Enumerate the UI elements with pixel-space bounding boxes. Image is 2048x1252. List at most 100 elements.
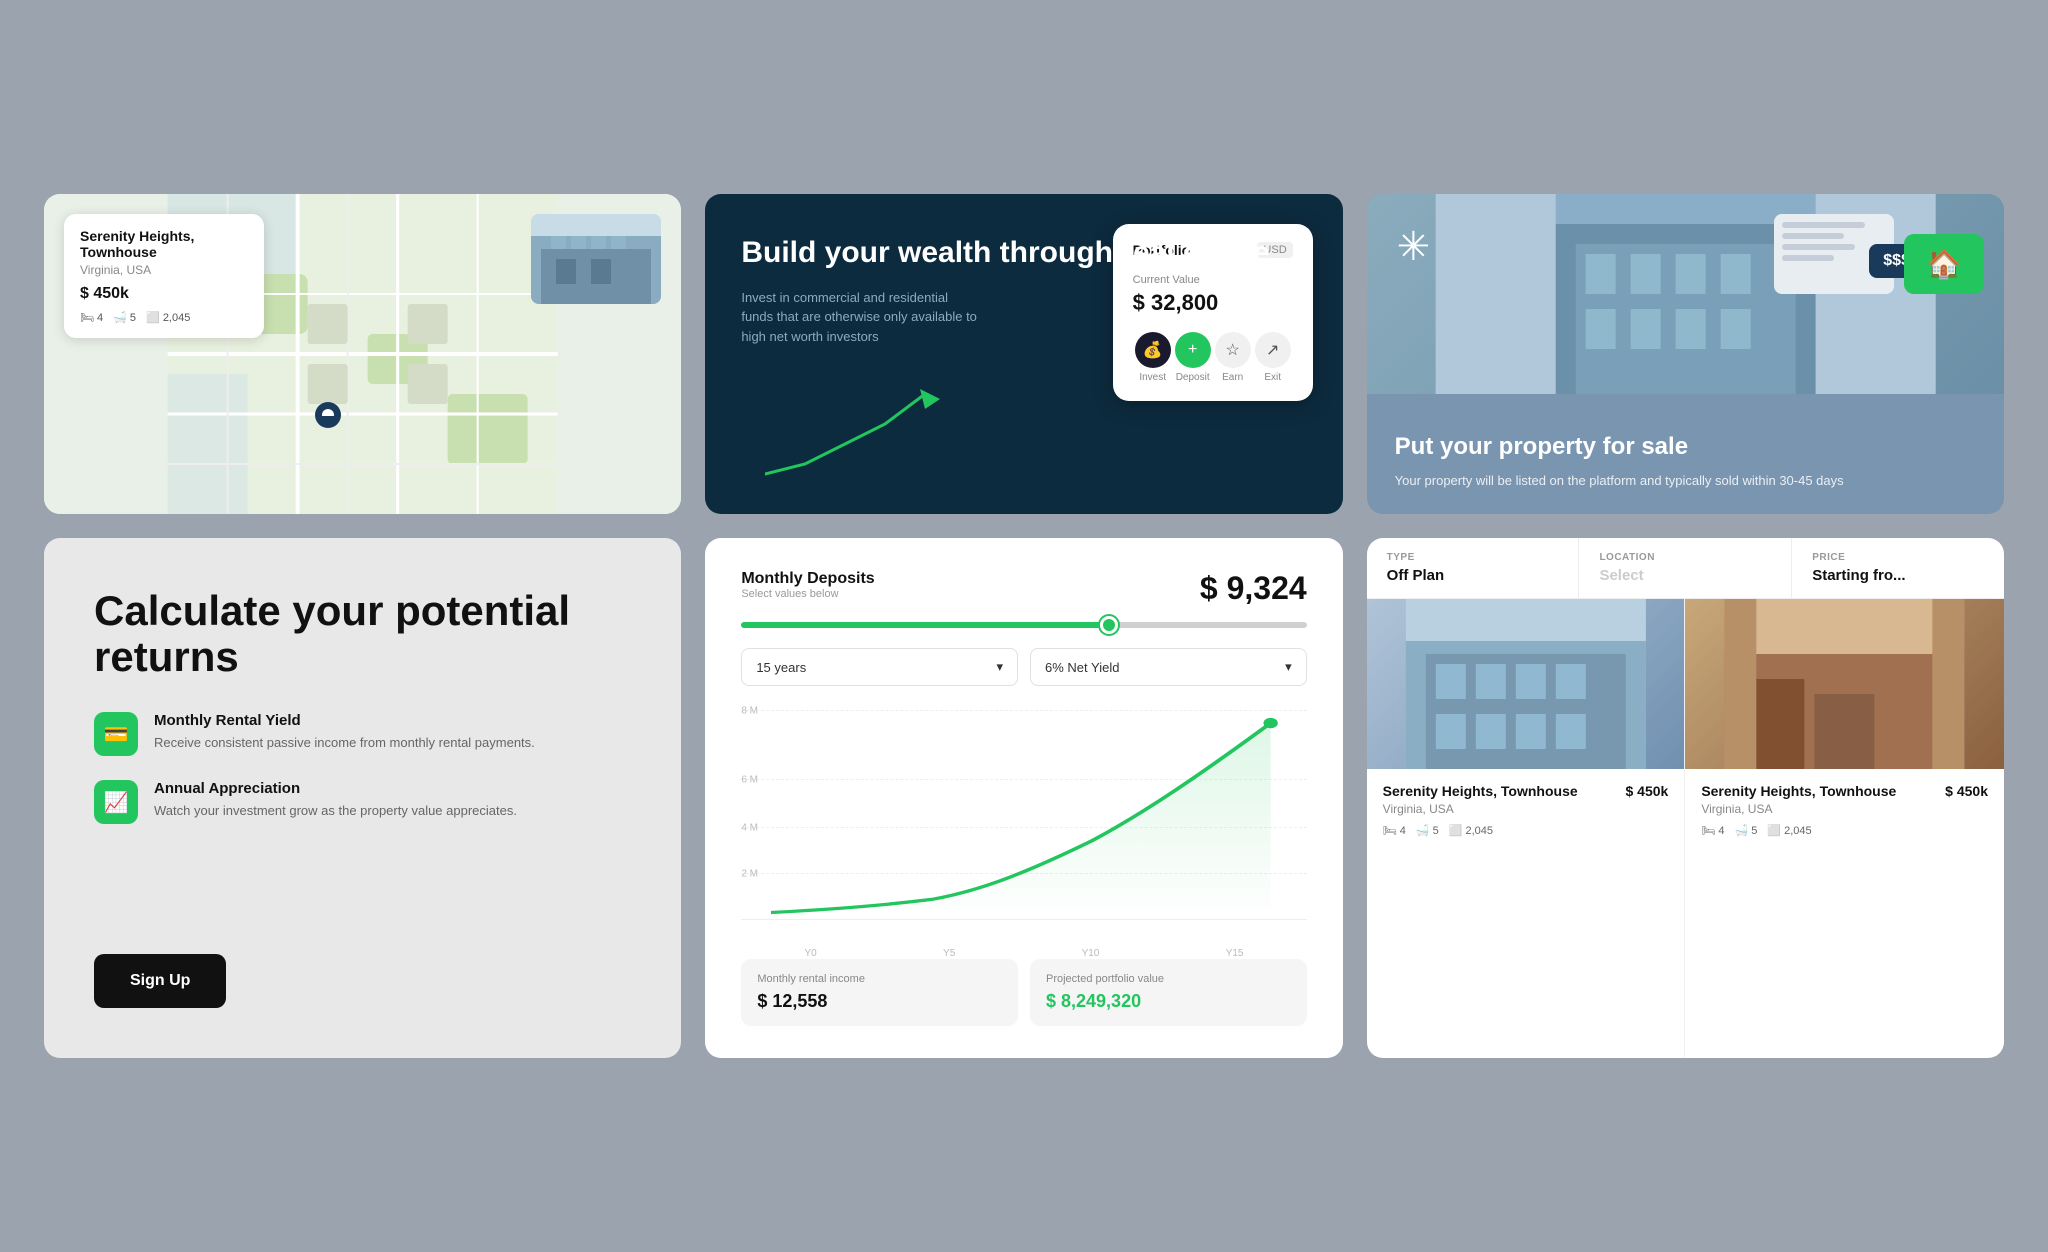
portfolio-stat: Projected portfolio value $ 8,249,320	[1030, 959, 1307, 1026]
listing-title-row-1: Serenity Heights, Townhouse $ 450k	[1383, 783, 1669, 799]
main-layout: Serenity Heights, Townhouse Virginia, US…	[44, 194, 2004, 1058]
slider-container	[741, 622, 1306, 628]
listing-stats-2: 🛏 4 🛁 5 ⬜ 2,045	[1701, 824, 1988, 837]
wealth-description: Invest in commercial and residential fun…	[741, 288, 981, 347]
calculate-heading: Calculate your potential returns	[94, 588, 631, 680]
asterisk-icon: ✳	[1397, 224, 1431, 270]
listing-name-2: Serenity Heights, Townhouse	[1701, 783, 1896, 799]
years-chevron-icon: ▾	[996, 659, 1003, 675]
property-location: Virginia, USA	[80, 263, 248, 277]
location-filter-label: LOCATION	[1599, 552, 1771, 563]
rental-feature-text: Monthly Rental Yield Receive consistent …	[154, 712, 535, 753]
listings-filter-bar: TYPE Off Plan LOCATION Select PRICE Star…	[1367, 538, 2004, 599]
calc-header: Monthly Deposits Select values below $ 9…	[741, 570, 1306, 616]
wealth-heading: Build your wealth through real estate	[741, 234, 1306, 272]
listing-image-2	[1685, 599, 2004, 769]
portfolio-stat-label: Projected portfolio value	[1046, 973, 1291, 985]
appreciation-feature-text: Annual Appreciation Watch your investmen…	[154, 780, 517, 821]
sale-heading: Put your property for sale	[1395, 433, 1976, 461]
x-label-y5: Y5	[943, 948, 955, 959]
sale-content: Put your property for sale Your property…	[1367, 409, 2004, 515]
listing-name-1: Serenity Heights, Townhouse	[1383, 783, 1578, 799]
property-title: Serenity Heights, Townhouse	[80, 228, 248, 260]
calculate-card: Calculate your potential returns 💳 Month…	[44, 538, 681, 1058]
type-filter-value: Off Plan	[1387, 567, 1559, 584]
monthly-stat-label: Monthly rental income	[757, 973, 1002, 985]
x-label-y15: Y15	[1226, 948, 1244, 959]
sale-card: ✳ $$$ 🏠 Put your property for sale Your …	[1367, 194, 2004, 514]
sale-description: Your property will be listed on the plat…	[1395, 471, 1976, 491]
chart-label-2m: 2 M	[741, 869, 758, 880]
calculator-card: Monthly Deposits Select values below $ 9…	[705, 538, 1342, 1058]
listing-beds-2: 🛏 4	[1701, 824, 1724, 837]
listing-sqft-1: ⬜ 2,045	[1449, 824, 1493, 837]
listings-card: TYPE Off Plan LOCATION Select PRICE Star…	[1367, 538, 2004, 1058]
rental-feature-title: Monthly Rental Yield	[154, 712, 535, 729]
rental-feature-desc: Receive consistent passive income from m…	[154, 733, 535, 753]
chart-label-6m: 6 M	[741, 774, 758, 785]
baths-stat: 🛁 5	[113, 311, 136, 324]
property-stats: 🛏 4 🛁 5 ⬜ 2,045	[80, 311, 248, 324]
calc-header-left: Monthly Deposits Select values below	[741, 570, 874, 616]
calc-amount: $ 9,324	[1200, 570, 1307, 607]
wealth-card: Build your wealth through real estate In…	[705, 194, 1342, 514]
house-icon: 🏠	[1904, 234, 1984, 294]
portfolio-stat-value: $ 8,249,320	[1046, 991, 1291, 1012]
chart-area: 8 M 6 M 4 M 2 M	[741, 710, 1306, 920]
yield-chevron-icon: ▾	[1285, 659, 1292, 675]
chart-label-8m: 8 M	[741, 706, 758, 717]
listing-price-2: $ 450k	[1945, 783, 1988, 799]
exit-label: Exit	[1264, 372, 1281, 383]
slider-thumb[interactable]	[1100, 616, 1118, 634]
property-thumbnail	[531, 214, 661, 304]
location-filter-value: Select	[1599, 567, 1771, 584]
listing-stats-1: 🛏 4 🛁 5 ⬜ 2,045	[1383, 824, 1669, 837]
x-label-y10: Y10	[1082, 948, 1100, 959]
appreciation-feature-desc: Watch your investment grow as the proper…	[154, 801, 517, 821]
listing-baths-1: 🛁 5	[1416, 824, 1439, 837]
chart-x-labels: Y0 Y5 Y10 Y15	[741, 948, 1306, 959]
listing-baths-2: 🛁 5	[1734, 824, 1757, 837]
earn-label: Earn	[1222, 372, 1243, 383]
map-card: Serenity Heights, Townhouse Virginia, US…	[44, 194, 681, 514]
type-filter-label: TYPE	[1387, 552, 1559, 563]
yield-dropdown[interactable]: 6% Net Yield ▾	[1030, 648, 1307, 686]
monthly-stat: Monthly rental income $ 12,558	[741, 959, 1018, 1026]
listing-item-1[interactable]: Serenity Heights, Townhouse $ 450k Virgi…	[1367, 599, 1686, 1058]
listing-info-1: Serenity Heights, Townhouse $ 450k Virgi…	[1367, 769, 1685, 851]
invest-label: Invest	[1139, 372, 1166, 383]
calc-subtitle: Select values below	[741, 588, 874, 600]
listing-location-1: Virginia, USA	[1383, 802, 1669, 816]
price-filter-label: PRICE	[1812, 552, 1984, 563]
sqft-stat: ⬜ 2,045	[146, 311, 190, 324]
location-filter[interactable]: LOCATION Select	[1579, 538, 1792, 598]
price-filter[interactable]: PRICE Starting fro...	[1792, 538, 2004, 598]
appreciation-icon: 📈	[94, 780, 138, 824]
listing-item-2[interactable]: Serenity Heights, Townhouse $ 450k Virgi…	[1685, 599, 2004, 1058]
calculate-text: Calculate your potential returns 💳 Month…	[94, 588, 631, 848]
years-dropdown[interactable]: 15 years ▾	[741, 648, 1018, 686]
listings-grid: Serenity Heights, Townhouse $ 450k Virgi…	[1367, 599, 2004, 1058]
price-filter-value: Starting fro...	[1812, 567, 1984, 584]
growth-chart-svg	[771, 710, 1306, 919]
appreciation-feature-title: Annual Appreciation	[154, 780, 517, 797]
deposit-slider[interactable]	[741, 622, 1306, 628]
listing-beds-1: 🛏 4	[1383, 824, 1406, 837]
map-pin-icon	[312, 402, 344, 434]
years-value: 15 years	[756, 660, 806, 675]
map-background: Serenity Heights, Townhouse Virginia, US…	[44, 194, 681, 514]
listing-image-1	[1367, 599, 1685, 769]
property-price: $ 450k	[80, 285, 248, 303]
chart-label-4m: 4 M	[741, 823, 758, 834]
feature-rental-item: 💳 Monthly Rental Yield Receive consisten…	[94, 712, 631, 756]
growth-chart-icon	[765, 384, 945, 484]
feature-appreciation-item: 📈 Annual Appreciation Watch your investm…	[94, 780, 631, 824]
calc-title: Monthly Deposits	[741, 570, 874, 588]
beds-stat: 🛏 4	[80, 311, 103, 324]
rental-yield-icon: 💳	[94, 712, 138, 756]
monthly-stat-value: $ 12,558	[757, 991, 1002, 1012]
listing-price-1: $ 450k	[1625, 783, 1668, 799]
listing-info-2: Serenity Heights, Townhouse $ 450k Virgi…	[1685, 769, 2004, 851]
type-filter[interactable]: TYPE Off Plan	[1367, 538, 1580, 598]
signup-button[interactable]: Sign Up	[94, 954, 226, 1008]
